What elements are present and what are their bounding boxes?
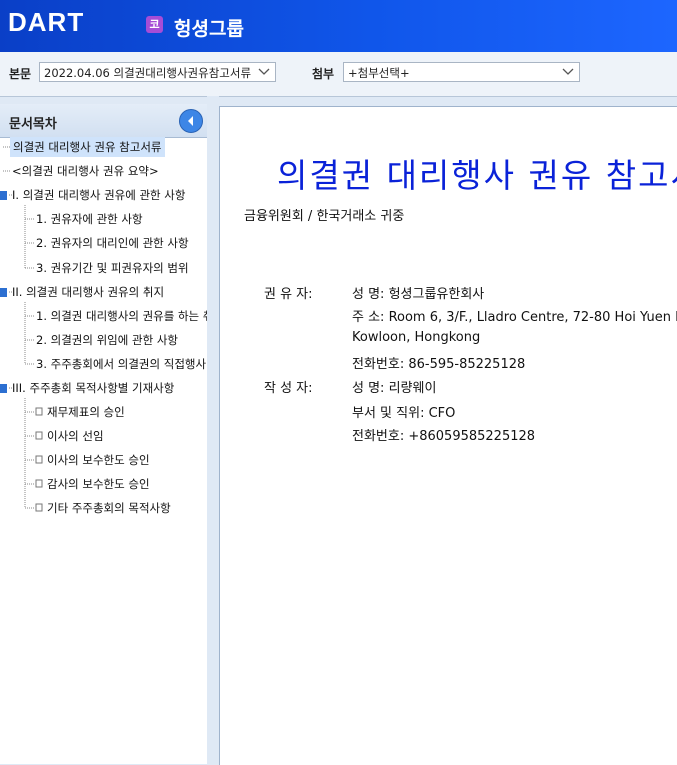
document-title: 의결권 대리행사 권유 참고서류: [277, 156, 677, 195]
body-label: 본문: [9, 67, 32, 81]
toc-item[interactable]: 1. 의결권 대리행사의 권유를 하는 취지: [36, 306, 207, 326]
toc-item[interactable]: 3. 주주총회에서 의결권의 직접행사: [36, 354, 206, 374]
document-recipient: 금융위원회 / 한국거래소 귀중: [244, 209, 405, 224]
solicitor-address-line-2: Kowloon, Hongkong: [352, 330, 481, 345]
solicitor-address-line-1: 주 소: Room 6, 3/F., Lladro Centre, 72-80 …: [352, 310, 677, 325]
toc-title: 문서목차: [9, 117, 57, 132]
attach-select-value: +첨부선택+: [348, 66, 410, 80]
toc-item[interactable]: 재무제표의 승인: [47, 402, 125, 422]
author-label: 작 성 자:: [264, 381, 313, 396]
toc-item[interactable]: 3. 권유기간 및 피권유자의 범위: [36, 258, 189, 278]
company-type-badge: 코: [146, 16, 163, 33]
toc-item[interactable]: 2. 의결권의 위임에 관한 사항: [36, 330, 178, 350]
document-toolbar: 본문 2022.04.06 의결권대리행사권유참고서류 첨부 +첨부선택+: [0, 52, 677, 97]
company-name: 헝셩그룹: [174, 18, 244, 40]
table-of-contents-panel: 문서목차 의결권 대리행사 권유 참고서류 <의결권 대리행사 권유 요약> I…: [0, 104, 208, 764]
panel-divider[interactable]: [207, 96, 219, 764]
solicitor-name: 성 명: 헝셩그룹유한회사: [352, 287, 485, 302]
author-phone: 전화번호: +86059585225128: [352, 429, 536, 444]
expand-toggle-icon[interactable]: [0, 191, 7, 200]
toc-item[interactable]: 1. 권유자에 관한 사항: [36, 209, 143, 229]
toc-item[interactable]: 의결권 대리행사 권유 참고서류: [10, 137, 165, 157]
arrow-left-icon: [188, 116, 193, 126]
attach-select[interactable]: +첨부선택+: [343, 62, 580, 82]
toc-item[interactable]: 이사의 보수한도 승인: [47, 450, 150, 470]
toc-item[interactable]: 이사의 선임: [47, 426, 104, 446]
toc-item[interactable]: 감사의 보수한도 승인: [47, 474, 150, 494]
document-viewer: 의결권 대리행사 권유 참고서류 금융위원회 / 한국거래소 귀중 권 유 자:…: [219, 106, 677, 765]
toc-item[interactable]: 기타 주주총회의 목적사항: [47, 498, 171, 518]
chevron-down-icon: [258, 68, 270, 75]
expand-toggle-icon[interactable]: [0, 288, 7, 297]
toc-item[interactable]: II. 의결권 대리행사 권유의 취지: [12, 282, 164, 302]
attach-label: 첨부: [312, 67, 335, 81]
app-header: DART 코 헝셩그룹: [0, 0, 677, 52]
collapse-sidebar-button[interactable]: [179, 109, 203, 133]
dart-logo[interactable]: DART: [8, 7, 84, 38]
toc-item[interactable]: I. 의결권 대리행사 권유에 관한 사항: [12, 185, 185, 205]
toc-header: 문서목차: [0, 104, 207, 138]
expand-toggle-icon[interactable]: [0, 384, 7, 393]
toc-item[interactable]: 2. 권유자의 대리인에 관한 사항: [36, 233, 189, 253]
solicitor-label: 권 유 자:: [264, 287, 313, 302]
body-select-value: 2022.04.06 의결권대리행사권유참고서류: [44, 66, 252, 80]
toc-item[interactable]: III. 주주총회 목적사항별 기재사항: [12, 378, 174, 398]
author-position: 부서 및 직위: CFO: [352, 406, 456, 421]
solicitor-phone: 전화번호: 86-595-85225128: [352, 357, 526, 372]
author-name: 성 명: 리량웨이: [352, 381, 437, 396]
chevron-down-icon: [562, 68, 574, 75]
toc-item[interactable]: <의결권 대리행사 권유 요약>: [12, 161, 159, 181]
body-select[interactable]: 2022.04.06 의결권대리행사권유참고서류: [39, 62, 276, 82]
